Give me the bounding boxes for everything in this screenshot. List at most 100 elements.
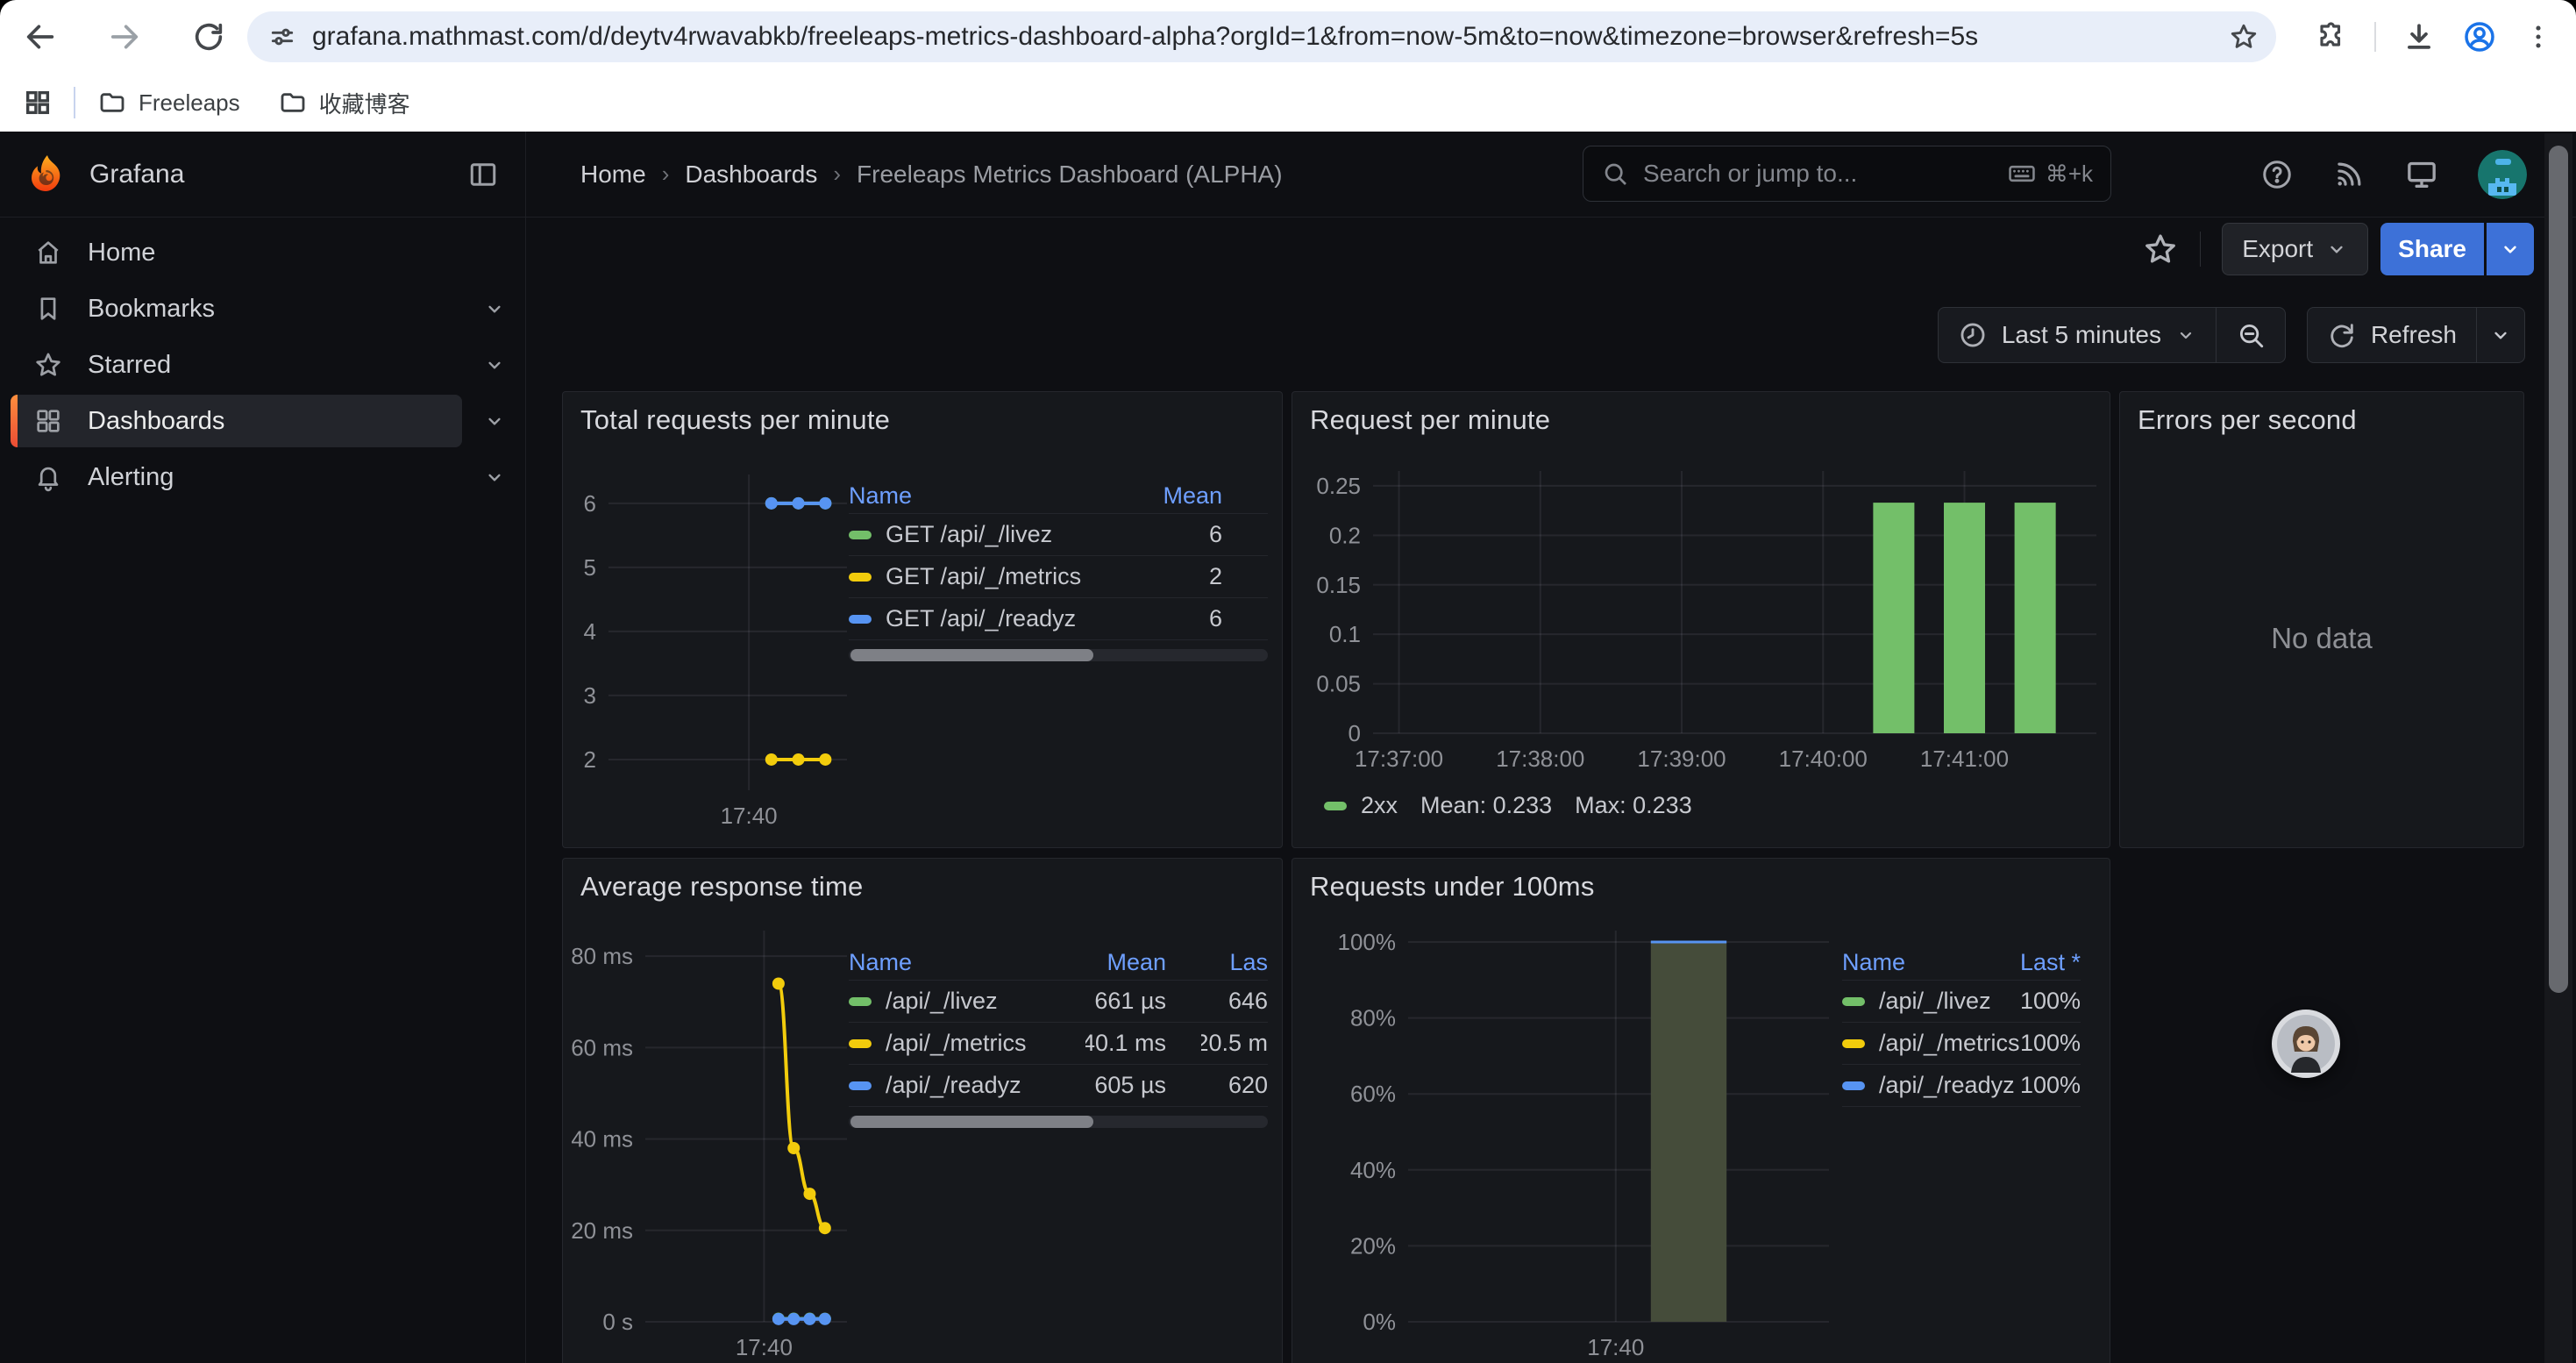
- tune-icon[interactable]: [268, 23, 296, 51]
- bookmark-icon: [33, 294, 63, 324]
- avg-response-chart[interactable]: 0 s20 ms40 ms60 ms80 ms17:40: [572, 927, 852, 1363]
- user-avatar[interactable]: [2478, 150, 2527, 199]
- forward-icon[interactable]: [100, 12, 149, 61]
- news-rss-icon[interactable]: [2332, 158, 2366, 191]
- topnav-left: Grafana: [0, 132, 526, 217]
- bookmark-folder-freeleaps[interactable]: Freeleaps: [98, 89, 240, 117]
- svg-text:17:40: 17:40: [721, 803, 778, 829]
- dock-sidebar-icon[interactable]: [467, 159, 499, 190]
- svg-text:80 ms: 80 ms: [572, 943, 633, 969]
- sidebar-item-dashboards[interactable]: Dashboards: [0, 393, 525, 449]
- series-swatch: [849, 573, 872, 582]
- time-controls: Last 5 minutes Refresh: [1938, 307, 2525, 363]
- page-scrollbar[interactable]: [2544, 133, 2572, 1363]
- total-requests-legend: NameMeanGET /api/_/livez6GET /api/_/metr…: [849, 478, 1268, 661]
- panel-title[interactable]: Requests under 100ms: [1310, 871, 1595, 903]
- help-icon[interactable]: [2260, 158, 2294, 191]
- chevron-down-icon[interactable]: [483, 353, 506, 376]
- legend-series-label[interactable]: 2xx: [1361, 792, 1398, 819]
- grafana-app: Grafana Home › Dashboards › Freeleaps Me…: [0, 132, 2576, 1363]
- url-text[interactable]: grafana.mathmast.com/d/deytv4rwavabkb/fr…: [312, 22, 2255, 52]
- svg-text:6: 6: [584, 490, 596, 517]
- legend-row[interactable]: GET /api/_/livez6: [849, 514, 1268, 556]
- favorite-star-icon[interactable]: [2142, 231, 2179, 268]
- sidebar-item-home[interactable]: Home: [0, 225, 525, 281]
- legend-header[interactable]: NameMeanLas: [849, 945, 1268, 981]
- menu-kebab-icon[interactable]: [2523, 22, 2553, 52]
- breadcrumb-dashboards[interactable]: Dashboards: [685, 161, 817, 189]
- legend-row[interactable]: GET /api/_/metrics2: [849, 556, 1268, 598]
- search-input[interactable]: Search or jump to... ⌘+k: [1583, 146, 2111, 202]
- legend-row[interactable]: /api/_/metrics40.1 ms20.5 m: [849, 1023, 1268, 1065]
- sidebar-item-alerting[interactable]: Alerting: [0, 449, 525, 505]
- zoom-out-button[interactable]: [2216, 308, 2285, 362]
- legend-row[interactable]: /api/_/livez100%: [1842, 981, 2081, 1023]
- svg-text:17:40: 17:40: [736, 1334, 793, 1360]
- chevron-down-icon[interactable]: [483, 297, 506, 320]
- series-swatch: [849, 615, 872, 624]
- panel-title[interactable]: Request per minute: [1310, 404, 1550, 436]
- breadcrumb-separator: ›: [662, 161, 670, 188]
- avg-response-legend: NameMeanLas/api/_/livez661 µs646/api/_/m…: [849, 945, 1268, 1128]
- bookmark-star-icon[interactable]: [2229, 22, 2259, 52]
- share-button[interactable]: Share: [2380, 223, 2484, 275]
- folder-icon: [98, 89, 126, 117]
- clock-icon: [1958, 320, 1988, 350]
- panel-title[interactable]: Total requests per minute: [580, 404, 890, 436]
- url-bar[interactable]: grafana.mathmast.com/d/deytv4rwavabkb/fr…: [247, 11, 2276, 62]
- bookmark-label: Freeleaps: [139, 89, 240, 117]
- sidebar-item-bookmarks[interactable]: Bookmarks: [0, 281, 525, 337]
- series-swatch: [849, 1081, 872, 1090]
- monitor-kiosk-icon[interactable]: [2404, 157, 2439, 192]
- sidebar-item-starred[interactable]: Starred: [0, 337, 525, 393]
- extensions-icon[interactable]: [2316, 21, 2348, 53]
- breadcrumb-separator: ›: [833, 161, 841, 188]
- svg-text:5: 5: [584, 554, 596, 581]
- request-per-minute-chart[interactable]: 00.050.10.150.20.2517:37:0017:38:0017:39…: [1301, 467, 2103, 781]
- breadcrumb-home[interactable]: Home: [580, 161, 646, 189]
- assistant-avatar[interactable]: [2272, 1010, 2340, 1078]
- scrollbar-thumb[interactable]: [2549, 146, 2568, 993]
- zoom-out-icon: [2236, 320, 2266, 350]
- bookmark-folder-blogs[interactable]: 收藏博客: [279, 87, 410, 119]
- download-icon[interactable]: [2402, 20, 2436, 54]
- svg-text:17:37:00: 17:37:00: [1355, 746, 1443, 772]
- legend-hscrollbar[interactable]: [849, 1116, 1268, 1128]
- chevron-down-icon[interactable]: [483, 466, 506, 489]
- refresh-interval-button[interactable]: [2476, 308, 2524, 362]
- svg-text:0.15: 0.15: [1316, 572, 1361, 598]
- panel-title[interactable]: Errors per second: [2138, 404, 2357, 436]
- share-menu-button[interactable]: [2487, 223, 2534, 275]
- request-per-minute-legend[interactable]: 2xx Mean: 0.233 Max: 0.233: [1324, 792, 1715, 819]
- legend-row[interactable]: /api/_/readyz100%: [1842, 1065, 2081, 1107]
- mega-menu: Home Bookmarks Starred: [0, 218, 526, 1363]
- chevron-down-icon[interactable]: [483, 410, 506, 432]
- time-range-picker[interactable]: Last 5 minutes: [1939, 308, 2216, 362]
- legend-header[interactable]: NameMean: [849, 478, 1268, 514]
- legend-hscrollbar[interactable]: [849, 649, 1268, 661]
- no-data-message: No data: [2120, 622, 2523, 655]
- refresh-button[interactable]: Refresh: [2308, 308, 2476, 362]
- legend-row[interactable]: /api/_/metrics100%: [1842, 1023, 2081, 1065]
- panel-average-response-time: Average response time 0 s20 ms40 ms60 ms…: [562, 858, 1283, 1363]
- series-swatch: [849, 997, 872, 1006]
- legend-row[interactable]: GET /api/_/readyz6: [849, 598, 1268, 640]
- panel-title[interactable]: Average response time: [580, 871, 863, 903]
- total-requests-chart[interactable]: 2345617:40: [572, 471, 852, 831]
- svg-text:20 ms: 20 ms: [572, 1217, 633, 1244]
- back-icon[interactable]: [16, 12, 65, 61]
- chevron-down-icon: [2325, 238, 2348, 260]
- legend-row[interactable]: /api/_/livez661 µs646: [849, 981, 1268, 1023]
- profile-icon[interactable]: [2462, 19, 2497, 54]
- apps-grid-icon[interactable]: [23, 88, 53, 118]
- legend-header[interactable]: NameLast *: [1842, 945, 2081, 981]
- search-icon: [1601, 160, 1629, 188]
- reload-icon[interactable]: [184, 12, 233, 61]
- svg-text:60 ms: 60 ms: [572, 1034, 633, 1060]
- svg-text:4: 4: [584, 618, 596, 645]
- export-button[interactable]: Export: [2222, 223, 2368, 275]
- legend-row[interactable]: /api/_/readyz605 µs620: [849, 1065, 1268, 1107]
- under-100ms-chart[interactable]: 0%20%40%60%80%100%17:40: [1301, 927, 1854, 1363]
- time-range-group: Last 5 minutes: [1938, 307, 2286, 363]
- grafana-logo[interactable]: [26, 153, 68, 196]
